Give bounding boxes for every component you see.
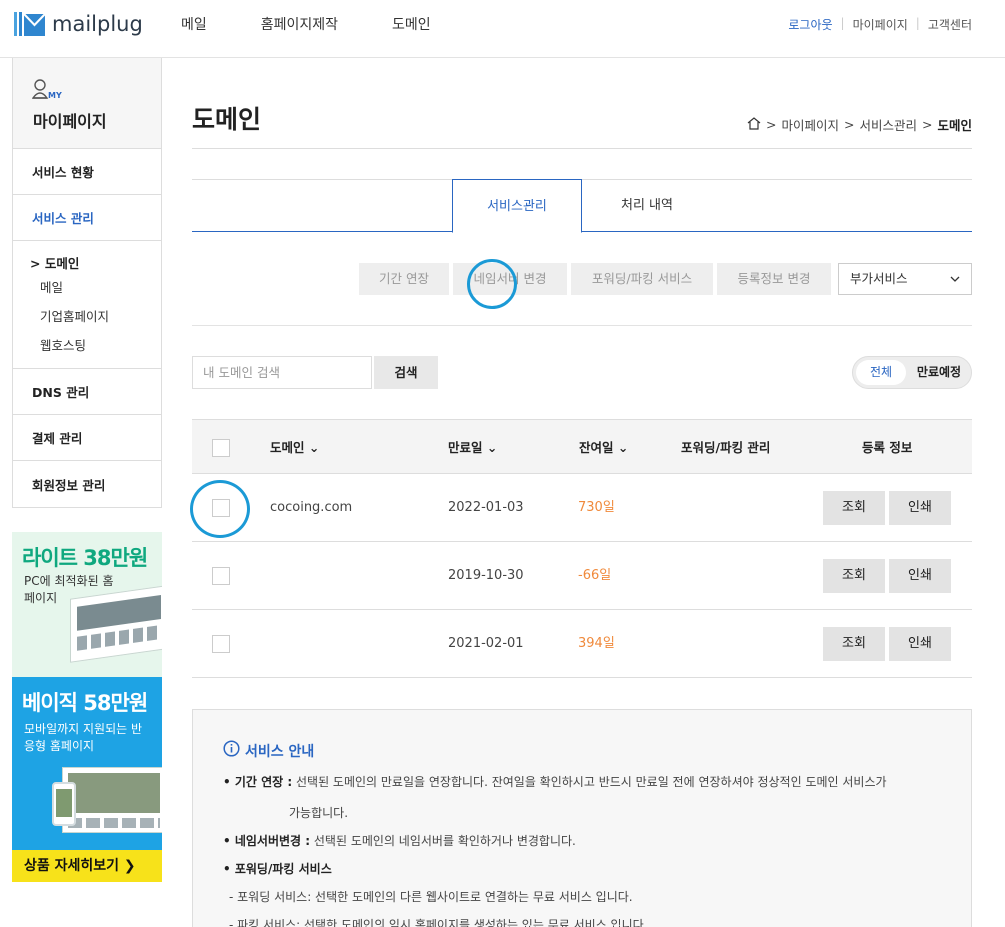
table-header: 도메인 ⌄ 만료일 ⌄ 잔여일 ⌄ 포워딩/파킹 관리 등록 정보 (192, 419, 972, 474)
search-button[interactable]: 검색 (374, 356, 438, 389)
notice-heading: 서비스 안내 (223, 740, 314, 761)
util-nav: 로그아웃 | 마이페이지 | 고객센터 (788, 16, 972, 33)
addon-select-value: 부가서비스 (850, 271, 908, 286)
row-domain: cocoing.com (270, 500, 353, 515)
my-user-icon: MY (31, 79, 64, 105)
desktop-mockup-image (70, 585, 162, 663)
print-button[interactable]: 인쇄 (889, 559, 951, 593)
logout-link[interactable]: 로그아웃 (788, 16, 832, 33)
domain-table: 도메인 ⌄ 만료일 ⌄ 잔여일 ⌄ 포워딩/파킹 관리 등록 정보 cocoin… (192, 419, 972, 678)
highlight-circle (190, 480, 250, 538)
info-icon (223, 740, 245, 761)
mailplug-logo-icon (14, 10, 46, 38)
logo[interactable]: mailplug (14, 10, 143, 38)
col-domain[interactable]: 도메인 ⌄ (270, 420, 319, 475)
nav-homepage[interactable]: 홈페이지제작 (261, 14, 338, 34)
filter-all[interactable]: 전체 (856, 360, 906, 385)
tab-bar: 서비스관리 처리 내역 (192, 179, 972, 233)
breadcrumb-service[interactable]: 서비스관리 (859, 115, 917, 134)
forwarding-parking-button[interactable]: 포워딩/파킹 서비스 (571, 263, 713, 295)
table-row: 2019-10-30 -66일 조회 인쇄 (192, 542, 972, 610)
notice-line: • 기간 연장 : 선택된 도메인의 만료일을 연장합니다. 잔여일을 확인하시… (223, 775, 887, 789)
row-remain: -66일 (578, 568, 612, 583)
print-button[interactable]: 인쇄 (889, 627, 951, 661)
registration-change-button[interactable]: 등록정보 변경 (717, 263, 831, 295)
filter-expiring[interactable]: 만료예정 (911, 360, 967, 385)
sidebar-sub-hosting[interactable]: 웹호스팅 (30, 331, 161, 360)
sidebar-submenu: > 도메인 메일 기업홈페이지 웹호스팅 (13, 241, 161, 369)
sidebar-sub-mail[interactable]: 메일 (30, 273, 161, 302)
sidebar-item-service-status[interactable]: 서비스 현황 (13, 149, 161, 195)
banner-headline-lite: 라이트 38만원 (22, 546, 148, 570)
divider: | (840, 16, 845, 30)
divider (192, 325, 972, 326)
promo-banner[interactable]: 라이트 38만원 PC에 최적화된 홈페이지 베이직 58만원 모바일까지 지원… (12, 532, 162, 882)
brand-name: mailplug (52, 12, 143, 36)
support-link[interactable]: 고객센터 (928, 16, 972, 33)
breadcrumb: > 마이페이지 > 서비스관리 > 도메인 (747, 115, 972, 134)
col-expire[interactable]: 만료일 ⌄ (448, 420, 497, 475)
notice-line: 가능합니다. (289, 806, 349, 820)
row-checkbox[interactable] (212, 567, 230, 585)
top-header: mailplug 메일 홈페이지제작 도메인 로그아웃 | 마이페이지 | 고객… (0, 0, 1005, 58)
row-expire: 2021-02-01 (448, 636, 524, 651)
addon-service-select[interactable]: 부가서비스 (838, 263, 972, 295)
banner-desc-basic: 모바일까지 지원되는 반응형 홈페이지 (24, 722, 143, 753)
notice-line: - 파킹 서비스: 선택한 도메인의 임시 홈페이지를 생성하는 있는 무료 서… (229, 918, 648, 927)
responsive-mockup-image (62, 767, 162, 833)
col-forwarding: 포워딩/파킹 관리 (681, 440, 771, 455)
chevron-down-icon (950, 264, 960, 305)
col-remain[interactable]: 잔여일 ⌄ (579, 420, 628, 475)
divider (192, 148, 972, 149)
tab-service-manage[interactable]: 서비스관리 (452, 179, 582, 233)
sidebar-item-dns[interactable]: DNS 관리 (13, 369, 161, 415)
home-icon[interactable] (747, 116, 761, 133)
banner-headline-basic: 베이직 58만원 (22, 691, 148, 715)
sidebar-item-payment[interactable]: 결제 관리 (13, 415, 161, 461)
select-all-checkbox[interactable] (212, 439, 230, 457)
notice-line: - 포워딩 서비스: 선택한 도메인의 다른 웹사이트로 연결하는 무료 서비스… (229, 890, 633, 904)
notice-line: • 포워딩/파킹 서비스 (223, 862, 332, 876)
row-checkbox[interactable] (212, 635, 230, 653)
nav-mail[interactable]: 메일 (181, 14, 207, 34)
view-button[interactable]: 조회 (823, 491, 885, 525)
sidebar-title: 마이페이지 (33, 112, 107, 131)
row-remain: 730일 (578, 500, 615, 515)
banner-cta-button[interactable]: 상품 자세히보기 ❯ (12, 850, 162, 882)
sidebar-sub-homepage[interactable]: 기업홈페이지 (30, 302, 161, 331)
row-expire: 2022-01-03 (448, 500, 524, 515)
page-title: 도메인 (192, 105, 262, 134)
row-remain: 394일 (578, 636, 615, 651)
domain-search-input[interactable]: 내 도메인 검색 (192, 356, 372, 389)
notice-title: 서비스 안내 (245, 743, 315, 760)
row-expire: 2019-10-30 (448, 568, 524, 583)
breadcrumb-current: 도메인 (937, 118, 972, 133)
view-button[interactable]: 조회 (823, 559, 885, 593)
nav-domain[interactable]: 도메인 (392, 14, 431, 34)
sidebar-sub-domain[interactable]: > 도메인 (30, 253, 161, 273)
sidebar: MY 마이페이지 서비스 현황 서비스 관리 > 도메인 메일 기업홈페이지 웹… (12, 58, 162, 508)
highlight-circle (467, 259, 517, 309)
view-button[interactable]: 조회 (823, 627, 885, 661)
filter-toggle[interactable]: 전체 만료예정 (852, 356, 972, 389)
main-nav: 메일 홈페이지제작 도메인 (181, 14, 485, 34)
service-notice: 서비스 안내 • 기간 연장 : 선택된 도메인의 만료일을 연장합니다. 잔여… (192, 709, 972, 927)
sidebar-item-service-manage[interactable]: 서비스 관리 (13, 195, 161, 241)
breadcrumb-mypage[interactable]: 마이페이지 (781, 115, 839, 134)
mypage-link[interactable]: 마이페이지 (853, 16, 908, 33)
tab-history[interactable]: 처리 내역 (582, 179, 712, 232)
sidebar-header: MY 마이페이지 (13, 58, 161, 149)
extend-period-button[interactable]: 기간 연장 (359, 263, 449, 295)
notice-line: • 네임서버변경 : 선택된 도메인의 네임서버를 확인하거나 변경합니다. (223, 834, 576, 848)
my-badge: MY (48, 91, 62, 100)
phone-mockup-image (52, 782, 76, 826)
print-button[interactable]: 인쇄 (889, 491, 951, 525)
action-buttons: 기간 연장 네임서버 변경 포워딩/파킹 서비스 등록정보 변경 (359, 263, 835, 295)
sidebar-item-member-info[interactable]: 회원정보 관리 (13, 461, 161, 507)
col-registration: 등록 정보 (862, 440, 913, 455)
table-row: 2021-02-01 394일 조회 인쇄 (192, 610, 972, 678)
table-row: cocoing.com 2022-01-03 730일 조회 인쇄 (192, 474, 972, 542)
divider: | (915, 16, 920, 30)
